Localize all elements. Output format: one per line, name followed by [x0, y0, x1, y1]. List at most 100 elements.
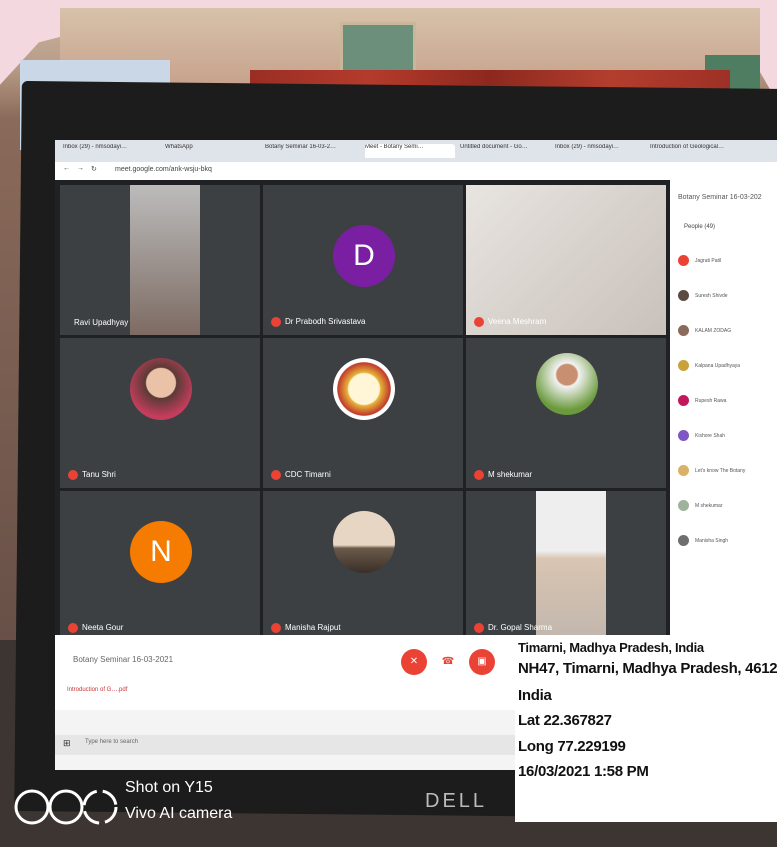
people-item-name: Suresh Shivde	[695, 292, 728, 299]
participant-name: Dr. Gopal Sharma	[474, 623, 552, 633]
participant-tile[interactable]: Ravi Upadhyay	[60, 185, 260, 335]
people-item-name: Kalpana Upadhyaya	[695, 362, 741, 369]
browser-tab[interactable]: Inbox (29) - nmsodayi…	[555, 144, 645, 158]
participant-name: Tanu Shri	[68, 470, 116, 480]
back-icon[interactable]: ←	[63, 165, 70, 172]
people-item[interactable]: Manisha Singh	[678, 535, 728, 549]
participant-video	[130, 185, 200, 335]
taskbar-search[interactable]: Type here to search	[85, 739, 138, 745]
avatar	[678, 500, 689, 511]
people-tab[interactable]: People (49)	[684, 224, 715, 230]
participant-name: CDC Timarni	[271, 470, 331, 480]
people-item[interactable]: Suresh Shivde	[678, 290, 728, 304]
people-item-name: Rupesh Rawa	[695, 397, 727, 404]
mic-off-icon	[271, 317, 281, 327]
avatar	[130, 358, 192, 420]
url-text[interactable]: meet.google.com/ank-wsju-bkq	[115, 166, 212, 173]
meet-grid: Ravi Upadhyay D Dr Prabodh Srivastava Ve…	[55, 180, 670, 641]
participant-name: Dr Prabodh Srivastava	[271, 317, 365, 327]
browser-tab-active[interactable]: Meet - Botany Semi…	[365, 144, 455, 158]
participant-name-text: Manisha Rajput	[285, 623, 341, 633]
people-item-name: Kishore Shah	[695, 432, 726, 439]
people-item[interactable]: Kishore Shah	[678, 430, 725, 444]
avatar	[678, 325, 689, 336]
participant-name-text: Dr. Gopal Sharma	[488, 623, 553, 633]
attachment[interactable]: Introduction of G….pdf	[67, 687, 127, 693]
meeting-title[interactable]: Botany Seminar 16-03-2021	[73, 655, 173, 664]
watermark-line2: Vivo AI camera	[125, 805, 233, 822]
mic-off-icon	[68, 623, 78, 633]
geotag-long: Long 77.229199	[518, 738, 626, 755]
participant-tile[interactable]: Manisha Rajput	[263, 491, 463, 641]
monitor-brand: DELL	[425, 790, 488, 812]
participant-video	[466, 185, 666, 335]
geotag-location: Timarni, Madhya Pradesh, India	[518, 640, 704, 655]
participant-name: Manisha Rajput	[271, 623, 341, 633]
people-item-name: KALAM ZODAG	[695, 327, 732, 334]
address-bar[interactable]: ← → ↻ meet.google.com/ank-wsju-bkq	[55, 162, 777, 181]
participant-name: M shekumar	[474, 470, 532, 480]
avatar	[536, 353, 598, 415]
people-item[interactable]: Kalpana Upadhyaya	[678, 360, 740, 374]
mic-off-icon	[474, 623, 484, 633]
browser-tab[interactable]: WhatsApp	[165, 144, 245, 158]
browser-tab[interactable]: Untitled document - Go…	[460, 144, 550, 158]
reload-icon[interactable]: ↻	[91, 165, 97, 173]
watermark-line1: Shot on Y15	[125, 779, 213, 796]
avatar	[678, 360, 689, 371]
avatar	[678, 255, 689, 266]
participant-name-text: Tanu Shri	[82, 470, 116, 480]
participant-name-text: Dr Prabodh Srivastava	[285, 317, 366, 327]
participant-tile[interactable]: D Dr Prabodh Srivastava	[263, 185, 463, 335]
avatar: D	[333, 225, 395, 287]
forward-icon[interactable]: →	[77, 165, 84, 172]
participant-name: Neeta Gour	[68, 623, 123, 633]
participant-name-text: M shekumar	[488, 470, 533, 480]
participant-name: Veena Meshram	[474, 317, 546, 327]
avatar	[678, 535, 689, 546]
browser-tab[interactable]: Introduction of Geological…	[650, 144, 745, 158]
people-item-name: Jagrati Patil	[695, 257, 722, 264]
people-item[interactable]: Let's know The Botany	[678, 465, 745, 479]
hangup-icon[interactable]: ☎	[435, 649, 461, 675]
windows-start-icon[interactable]: ⊞	[63, 738, 71, 749]
participant-name-text: CDC Timarni	[285, 470, 331, 480]
participant-tile[interactable]: Dr. Gopal Sharma	[466, 491, 666, 641]
people-item[interactable]: M shekumar	[678, 500, 723, 514]
people-panel: Botany Seminar 16-03-202 People (49) Jag…	[670, 180, 777, 635]
geotag-datetime: 16/03/2021 1:58 PM	[518, 763, 649, 780]
geotag-address: NH47, Timarni, Madhya Pradesh, 461228,	[518, 660, 777, 677]
people-item[interactable]: Jagrati Patil	[678, 255, 721, 269]
mic-off-icon	[271, 470, 281, 480]
participant-tile[interactable]: Veena Meshram	[466, 185, 666, 335]
people-item-name: Manisha Singh	[695, 537, 729, 544]
browser-tab[interactable]: Inbox (29) - nmsodayi…	[63, 144, 153, 158]
participant-tile[interactable]: N Neeta Gour	[60, 491, 260, 641]
mic-off-button[interactable]: ✕	[401, 649, 427, 675]
people-item[interactable]: Rupesh Rawa	[678, 395, 726, 409]
camera-watermark: Shot on Y15 Vivo AI camera	[0, 775, 280, 835]
mic-off-icon	[474, 470, 484, 480]
avatar	[678, 290, 689, 301]
participant-tile[interactable]: Tanu Shri	[60, 338, 260, 488]
geotag-lat: Lat 22.367827	[518, 712, 612, 729]
participant-video	[536, 491, 606, 641]
mic-off-icon	[68, 470, 78, 480]
geotag-overlay: Timarni, Madhya Pradesh, India NH47, Tim…	[515, 640, 777, 822]
participant-tile[interactable]: M shekumar	[466, 338, 666, 488]
participant-name: Ravi Upadhyay	[74, 318, 129, 327]
people-item-name: M shekumar	[695, 502, 723, 509]
browser-tab[interactable]: Botany Seminar 16-03-2…	[265, 144, 360, 158]
avatar	[333, 511, 395, 573]
participant-name-text: Neeta Gour	[82, 623, 124, 633]
avatar	[678, 395, 689, 406]
camera-logo-icon	[14, 789, 118, 825]
participant-tile[interactable]: CDC Timarni	[263, 338, 463, 488]
camera-off-button[interactable]: ▣	[469, 649, 495, 675]
people-item-name: Let's know The Botany	[695, 467, 746, 474]
avatar	[678, 430, 689, 441]
panel-title: Botany Seminar 16-03-202	[678, 194, 762, 201]
avatar: N	[130, 521, 192, 583]
people-item[interactable]: KALAM ZODAG	[678, 325, 731, 339]
browser-tab-bar: Inbox (29) - nmsodayi… WhatsApp Botany S…	[55, 140, 777, 162]
